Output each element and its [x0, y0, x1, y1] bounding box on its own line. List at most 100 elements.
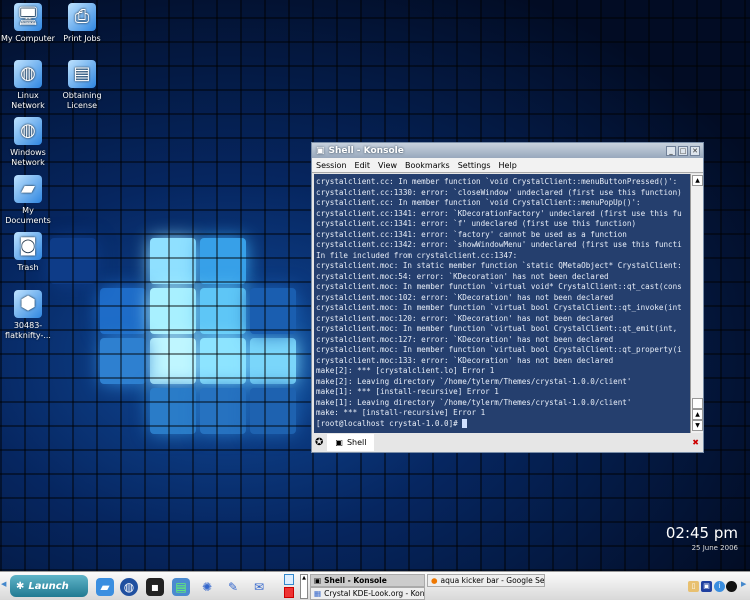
text-cursor	[462, 419, 468, 428]
desktop-icon-label: Trash	[17, 263, 39, 272]
menu-view[interactable]: View	[378, 161, 397, 170]
desktop-icon[interactable]: ⎙ Print Jobs	[54, 3, 110, 44]
menu-edit[interactable]: Edit	[355, 161, 371, 170]
task-konqueror[interactable]: ▦ Crystal KDE-Look.org - Konq	[310, 587, 425, 600]
window-title: Shell - Konsole	[328, 145, 404, 156]
new-session-icon[interactable]: ✪	[315, 437, 323, 448]
task-scroll[interactable]: ▲	[300, 574, 308, 599]
terminal-prompt-line[interactable]: [root@localhost crystal-1.0.0]#	[316, 419, 688, 430]
computer-icon: 🖥	[14, 3, 42, 31]
terminal-line: make[2]: Leaving directory `/home/tylerm…	[316, 376, 632, 386]
terminal-line: crystalclient.moc: In static member func…	[316, 261, 682, 270]
konqueror-icon: ▦	[314, 589, 322, 598]
terminal-line: make: *** [install-recursive] Error 1	[316, 408, 486, 417]
menu-bookmarks[interactable]: Bookmarks	[405, 161, 450, 170]
terminal-line: crystalclient.cc: In member function `vo…	[316, 198, 641, 207]
terminal-icon: ▣	[335, 438, 343, 447]
panel-hide-left[interactable]: ◀	[1, 580, 6, 588]
menu-help[interactable]: Help	[499, 161, 517, 170]
launch-label: Launch	[28, 580, 69, 592]
network-icon: ◍	[14, 117, 42, 145]
scrollbar[interactable]: ▲ ▲ ▼	[690, 174, 703, 433]
document-icon: ▤	[68, 60, 96, 88]
konsole-window: ▣ Shell - Konsole _ □ ✕ Session Edit View Boo…	[311, 142, 704, 453]
terminal-icon: ▣	[314, 576, 322, 585]
desktop-icon-label: My Documents	[5, 206, 51, 225]
terminal-icon: ▣	[316, 145, 325, 156]
desktop-1-button[interactable]	[284, 574, 294, 585]
terminal-line: crystalclient.cc:1341: error: `factory' …	[316, 229, 627, 239]
task-firefox[interactable]: ● aqua kicker bar - Google Se	[427, 574, 545, 587]
terminal-line: crystalclient.cc:1330: error: `closeWind…	[316, 187, 682, 197]
package-icon: ⬢	[14, 290, 42, 318]
browser-icon[interactable]: ◍	[120, 578, 138, 596]
scroll-thumb[interactable]	[692, 398, 703, 409]
desktop-icon[interactable]: ◙ Trash	[0, 232, 56, 273]
home-folder-icon[interactable]: ▰	[96, 578, 114, 596]
prompt: [root@localhost crystal-1.0.0]#	[316, 418, 463, 428]
terminal-line: crystalclient.moc:120: error: `KDecorati…	[316, 313, 614, 323]
terminal-line: crystalclient.moc:102: error: `KDecorati…	[316, 292, 614, 302]
task-label: aqua kicker bar - Google Se	[440, 576, 545, 585]
maximize-button[interactable]: □	[678, 145, 688, 156]
folder-icon: ▰	[14, 175, 42, 203]
logout-button[interactable]	[284, 587, 294, 598]
scroll-down-button[interactable]: ▼	[692, 420, 703, 431]
network-icon[interactable]: ✺	[198, 578, 216, 596]
terminal-line: crystalclient.cc:1341: error: `KDecorati…	[316, 208, 682, 218]
terminal-line: crystalclient.cc: In member function `vo…	[316, 177, 678, 186]
desktop-icon-label: Windows Network	[10, 148, 46, 167]
terminal-icon[interactable]: ▪	[146, 578, 164, 596]
task-konsole[interactable]: ▣ Shell - Konsole	[310, 574, 425, 587]
clock-date: 25 June 2006	[691, 544, 738, 552]
launch-button[interactable]: ✱ Launch	[10, 575, 88, 597]
clock[interactable]: 02:45 pm 25 June 2006	[666, 524, 738, 552]
network-icon: ◍	[14, 60, 42, 88]
kde-icon: ✱	[16, 580, 25, 592]
clock-time: 02:45 pm	[665, 524, 738, 542]
menu-bar: Session Edit View Bookmarks Settings Help	[312, 158, 703, 173]
trash-icon: ◙	[14, 232, 42, 260]
terminal-line: crystalclient.moc: In member function `v…	[316, 345, 682, 354]
terminal-line: crystalclient.moc:133: error: `KDecorati…	[316, 355, 614, 365]
terminal-line: make[1]: Leaving directory `/home/tylerm…	[316, 397, 632, 407]
panel-hide-right[interactable]: ▶	[741, 580, 746, 588]
desktop-icon-label: My Computer	[1, 34, 55, 43]
terminal-line: crystalclient.cc:1341: error: `f' undecl…	[316, 219, 637, 228]
desktop-icon[interactable]: ⬢ 30483-flatknifty-...	[0, 290, 56, 341]
klipper-icon[interactable]: ▯	[688, 581, 699, 592]
terminal-line: crystalclient.moc: In member function `v…	[316, 282, 682, 291]
mail-icon[interactable]: ✉	[250, 578, 268, 596]
desktop-icon[interactable]: ▰ My Documents	[0, 175, 56, 226]
desktop-icon[interactable]: ▤ Obtaining License	[54, 60, 110, 111]
desktop-icon[interactable]: 🖥 My Computer	[0, 3, 56, 44]
firefox-icon: ●	[431, 576, 438, 585]
terminal-output[interactable]: crystalclient.cc: In member function `vo…	[314, 174, 690, 433]
office-icon[interactable]: ✎	[224, 578, 242, 596]
printer-icon: ⎙	[68, 3, 96, 31]
minimize-button[interactable]: _	[666, 145, 676, 156]
terminal-line: crystalclient.moc:54: error: `KDecoratio…	[316, 271, 609, 281]
terminal-line: make[1]: *** [install-recursive] Error 1	[316, 387, 499, 396]
info-icon[interactable]: i	[714, 581, 725, 592]
system-icon[interactable]: ▤	[172, 578, 190, 596]
close-button[interactable]: ✕	[690, 145, 700, 156]
task-label: Shell - Konsole	[324, 576, 387, 585]
terminal-line: crystalclient.cc:1342: error: `showWindo…	[316, 240, 682, 249]
menu-session[interactable]: Session	[316, 161, 347, 170]
close-session-icon[interactable]: ✖	[692, 438, 699, 447]
scroll-up-button[interactable]: ▲	[692, 175, 703, 186]
scroll-up-button-bottom[interactable]: ▲	[692, 409, 703, 420]
display-icon[interactable]: ▣	[701, 581, 712, 592]
desktop-icon-label: Obtaining License	[62, 91, 102, 110]
terminal-line: crystalclient.moc:127: error: `KDecorati…	[316, 334, 614, 344]
tab-shell[interactable]: ▣ Shell	[327, 434, 375, 451]
task-label: Crystal KDE-Look.org - Konq	[324, 589, 425, 598]
desktop-icon[interactable]: ◍ Linux Network	[0, 60, 56, 111]
bomb-icon[interactable]	[726, 581, 737, 592]
title-bar[interactable]: ▣ Shell - Konsole _ □ ✕	[312, 143, 703, 158]
desktop-icon-label: Linux Network	[11, 91, 45, 110]
desktop-icon[interactable]: ◍ Windows Network	[0, 117, 56, 168]
tab-bar: ✪ ▣ Shell ✖	[312, 433, 703, 452]
menu-settings[interactable]: Settings	[458, 161, 491, 170]
